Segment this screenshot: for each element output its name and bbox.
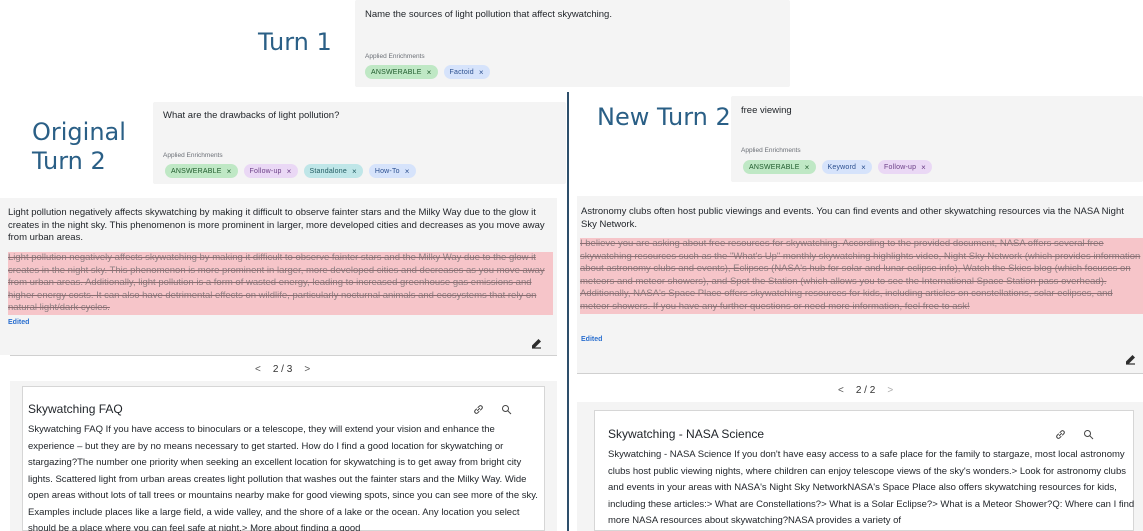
chip-answerable[interactable]: ANSWERABLE × — [743, 160, 816, 174]
chip-remove-icon[interactable]: × — [352, 167, 357, 176]
chip-keyword[interactable]: Keyword × — [821, 160, 873, 174]
link-icon[interactable] — [473, 404, 484, 415]
left-doc-body: Skywatching FAQ If you have access to bi… — [28, 424, 538, 531]
turn1-query-box: Name the sources of light pollution that… — [355, 0, 790, 87]
edit-icon[interactable] — [531, 338, 542, 349]
chip-standalone[interactable]: Standalone × — [303, 164, 363, 178]
right-doc-body: Skywatching - NASA Science If you don't … — [608, 449, 1135, 526]
pager-prev-button[interactable]: < — [255, 364, 261, 375]
column-divider — [567, 92, 569, 531]
chip-remove-icon[interactable]: × — [479, 68, 484, 77]
link-icon[interactable] — [1055, 429, 1066, 440]
right-pager: < 2 / 2 > — [838, 385, 893, 396]
original-turn2-label-line2: Turn 2 — [32, 147, 106, 175]
right-enrichments-title: Applied Enrichments — [741, 147, 801, 154]
turn1-chips: ANSWERABLE × Factoid × — [365, 65, 490, 79]
left-pager: < 2 / 3 > — [255, 364, 310, 375]
left-edited-label: Edited — [8, 319, 30, 326]
pager-next-button[interactable]: > — [887, 385, 893, 396]
right-divider — [577, 373, 1143, 374]
left-struck-response: Light pollution negatively affects skywa… — [8, 252, 553, 315]
left-source-doc: Skywatching FAQ Skywatching FAQ If you h… — [22, 386, 545, 531]
left-chips: ANSWERABLE × Follow-up × Standalone × How-T… — [165, 164, 416, 178]
left-enrichments-title: Applied Enrichments — [163, 152, 223, 159]
right-query-text: free viewing — [741, 105, 792, 116]
right-struck-response: I believe you are asking about free reso… — [580, 238, 1143, 314]
edit-icon[interactable] — [1125, 354, 1136, 365]
chip-follow-up[interactable]: Follow-up × — [878, 160, 933, 174]
chip-remove-icon[interactable]: × — [405, 167, 410, 176]
right-source-doc: Skywatching - NASA Science Skywatching -… — [594, 410, 1134, 531]
left-query-text: What are the drawbacks of light pollutio… — [163, 110, 340, 121]
turn1-enrichments-title: Applied Enrichments — [365, 53, 425, 60]
chip-remove-icon[interactable]: × — [921, 163, 926, 172]
original-turn2-label-line1: Original — [32, 118, 126, 146]
left-answer-text: Light pollution negatively affects skywa… — [8, 207, 545, 244]
search-icon[interactable] — [501, 404, 512, 415]
turn1-label: Turn 1 — [258, 28, 332, 56]
chip-remove-icon[interactable]: × — [427, 68, 432, 77]
chip-remove-icon[interactable]: × — [227, 167, 232, 176]
right-response-panel: Astronomy clubs often host public viewin… — [577, 196, 1143, 373]
pager-next-button[interactable]: > — [304, 364, 310, 375]
chip-factoid[interactable]: Factoid × — [443, 65, 490, 79]
pager-position: 2 / 2 — [855, 385, 876, 396]
right-edited-label: Edited — [581, 336, 603, 343]
right-doc-title: Skywatching - NASA Science — [608, 427, 765, 441]
new-turn2-label: New Turn 2 — [597, 103, 731, 131]
left-divider — [10, 355, 557, 356]
left-query-box: What are the drawbacks of light pollutio… — [153, 102, 566, 184]
chip-follow-up[interactable]: Follow-up × — [243, 164, 298, 178]
right-query-box: free viewing Applied Enrichments ANSWERA… — [731, 96, 1143, 182]
chip-remove-icon[interactable]: × — [805, 163, 810, 172]
right-answer-text: Astronomy clubs often host public viewin… — [581, 206, 1124, 230]
left-doc-title: Skywatching FAQ — [28, 402, 123, 416]
chip-remove-icon[interactable]: × — [861, 163, 866, 172]
turn1-query-text: Name the sources of light pollution that… — [365, 9, 612, 20]
right-doc-wrap: Skywatching - NASA Science Skywatching -… — [577, 402, 1143, 531]
chip-answerable[interactable]: ANSWERABLE × — [365, 65, 438, 79]
pager-position: 2 / 3 — [272, 364, 293, 375]
left-doc-wrap: Skywatching FAQ Skywatching FAQ If you h… — [10, 381, 557, 531]
search-icon[interactable] — [1083, 429, 1094, 440]
pager-prev-button[interactable]: < — [838, 385, 844, 396]
chip-answerable[interactable]: ANSWERABLE × — [165, 164, 238, 178]
left-response-panel: Light pollution negatively affects skywa… — [0, 198, 557, 355]
chip-how-to[interactable]: How-To × — [368, 164, 416, 178]
right-chips: ANSWERABLE × Keyword × Follow-up × — [743, 160, 933, 174]
chip-remove-icon[interactable]: × — [287, 167, 292, 176]
